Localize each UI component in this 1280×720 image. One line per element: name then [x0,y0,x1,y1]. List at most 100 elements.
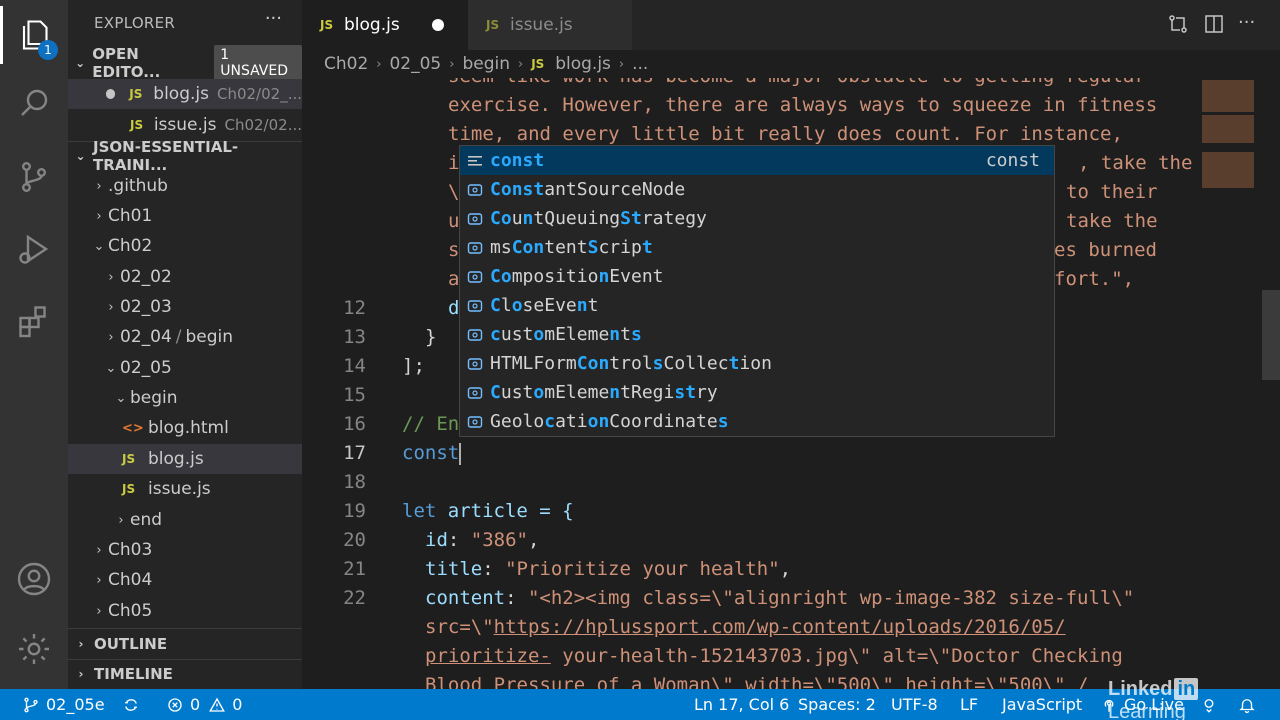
tree-folder-begin[interactable]: ⌄ begin [68,383,302,413]
run-debug-icon[interactable] [0,220,68,278]
tree-folder-ch04[interactable]: › Ch04 [68,565,302,595]
split-editor-icon[interactable] [1202,12,1226,36]
tab-blog-js[interactable]: JS blog.js [302,0,468,50]
tree-folder-end[interactable]: › end [68,505,302,535]
tree-folder-ch05[interactable]: › Ch05 [68,596,302,626]
code-url-link[interactable]: prioritize- [425,645,551,667]
line-number: 17 [343,442,366,464]
problems-indicator[interactable]: 0 0 [166,689,242,720]
tree-folder-ch03[interactable]: › Ch03 [68,535,302,565]
minimap-block [1202,115,1254,143]
suggestion-item[interactable]: ConstantSourceNode [460,175,1054,204]
code-text: seem like work has become a major obstac… [448,78,1146,91]
suggestion-item[interactable]: CompositionEvent [460,262,1054,291]
activity-bar: 1 [0,0,68,689]
cursor-position[interactable]: Ln 17, Col 6 [694,689,789,720]
end-of-line[interactable]: LF [960,689,978,720]
tree-label: end [130,510,163,530]
code-text: exercise. However, there are always ways… [448,94,1158,116]
encoding[interactable]: UTF-8 [891,689,938,720]
line-number: 20 [343,529,366,551]
suggestion-item[interactable]: CloseEvent [460,291,1054,320]
source-control-icon[interactable] [0,148,68,206]
code-text: s [448,239,460,261]
chevron-down-icon: ⌄ [93,238,105,254]
unsaved-dot-icon[interactable] [106,89,116,99]
code-text: a [448,268,460,290]
tree-folder-ch02[interactable]: ⌄ Ch02 [68,231,302,261]
line-number: 19 [343,500,366,522]
tree-label: 02_03 [120,297,172,317]
editor-scrollbar[interactable] [1262,290,1280,380]
timeline-header[interactable]: › TIMELINE [68,659,302,689]
branch-indicator[interactable]: 02_05e [22,689,105,720]
minimap[interactable] [1200,78,1280,689]
code-url-link[interactable]: https://hplussport.com/wp-content/upload… [494,616,1066,638]
suggestion-detail: const [985,150,1040,171]
open-editors-header[interactable]: ⌄ OPEN EDITO... 1 UNSAVED [68,45,302,81]
tree-label: begin [130,388,178,408]
code-string: "386" [470,529,528,551]
chevron-down-icon: ⌄ [75,56,86,70]
timeline-label: TIMELINE [94,665,173,683]
tree-folder-02-05[interactable]: ⌄ 02_05 [68,353,302,383]
account-icon[interactable] [0,550,68,608]
code-keyword: let [402,500,437,522]
compare-changes-icon[interactable] [1166,12,1190,36]
tree-folder-ch01[interactable]: › Ch01 [68,201,302,231]
tree-folder-02-02[interactable]: › 02_02 [68,262,302,292]
tree-file-blog-js[interactable]: JS blog.js [68,444,302,474]
suggestion-item[interactable]: const const [460,146,1054,175]
chevron-down-icon: ⌄ [75,149,86,163]
language-mode[interactable]: JavaScript [1002,689,1082,720]
suggestion-label: CloseEvent [490,295,599,316]
outline-header[interactable]: › OUTLINE [68,629,302,659]
chevron-right-icon: › [96,572,102,588]
breadcrumb-item[interactable]: ... [632,54,648,74]
tree-folder-02-04[interactable]: › 02_04/begin [68,322,302,352]
chevron-right-icon: › [108,269,114,285]
ellipsis-icon[interactable]: ··· [265,8,282,29]
breadcrumb-item[interactable]: blog.js [555,54,611,74]
open-editor-issue-js[interactable]: JS issue.js Ch02/02... [68,110,302,140]
tree-file-blog-html[interactable]: <> blog.html [68,413,302,443]
tab-label: issue.js [510,15,573,35]
editor-tab-bar: JS blog.js JS issue.js ··· [302,0,1280,50]
open-editor-blog-js[interactable]: JS blog.js Ch02/02_... [68,79,302,109]
breadcrumb-item[interactable]: 02_05 [389,54,441,74]
suggestion-label: CustomElementRegistry [490,382,718,403]
more-actions-icon[interactable]: ··· [1238,12,1262,36]
project-header[interactable]: ⌄ JSON-ESSENTIAL-TRAINI... [68,138,302,174]
suggestion-item[interactable]: GeolocationCoordinates [460,407,1054,436]
unsaved-dot-icon[interactable] [432,19,444,31]
code-text: const [402,442,460,464]
variable-icon [460,183,490,197]
line-number: 21 [343,558,366,580]
variable-icon [460,212,490,226]
explorer-files-icon[interactable]: 1 [0,6,68,64]
suggestion-item[interactable]: HTMLFormControlsCollection [460,349,1054,378]
variable-icon [460,270,490,284]
tree-folder-github[interactable]: › .github [68,171,302,201]
tree-file-issue-js[interactable]: JS issue.js [68,474,302,504]
suggestion-item[interactable]: CustomElementRegistry [460,378,1054,407]
open-editor-filename: blog.js [153,84,209,104]
tree-folder-02-03[interactable]: › 02_03 [68,292,302,322]
chevron-down-icon: ⌄ [115,390,127,406]
suggestion-item[interactable]: customElements [460,320,1054,349]
suggestion-item[interactable]: msContentScript [460,233,1054,262]
sync-icon[interactable] [122,689,146,720]
breadcrumb-item[interactable]: Ch02 [324,54,368,74]
suggestion-item[interactable]: CountQueuingStrategy [460,204,1054,233]
settings-gear-icon[interactable] [0,620,68,678]
suggestion-label: HTMLFormControlsCollection [490,353,772,374]
tab-issue-js[interactable]: JS issue.js [468,0,632,50]
breadcrumb-item[interactable]: begin [462,54,510,74]
search-icon[interactable] [0,74,68,132]
javascript-file-icon: JS [122,452,136,466]
project-label: JSON-ESSENTIAL-TRAINI... [93,138,239,174]
extensions-icon[interactable] [0,292,68,350]
indentation[interactable]: Spaces: 2 [798,689,876,720]
error-icon [168,697,182,712]
code-text: // En [402,413,460,435]
